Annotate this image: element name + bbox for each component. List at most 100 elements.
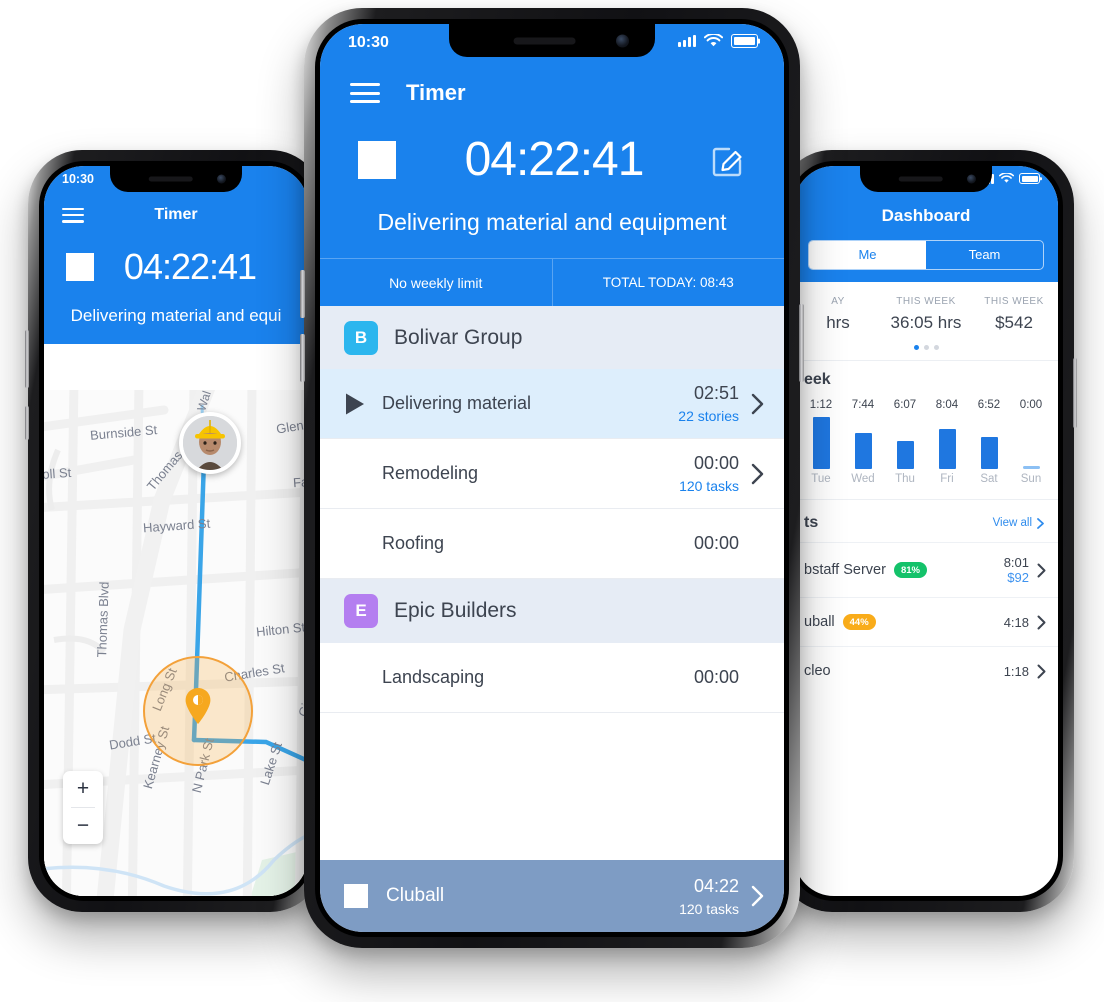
group-name: Bolivar Group bbox=[394, 325, 523, 349]
chevron-right-icon[interactable] bbox=[751, 393, 764, 415]
task-subcount: 120 tasks bbox=[679, 478, 739, 494]
task-time: 00:00 bbox=[693, 453, 739, 473]
center-phone-volume-down bbox=[300, 334, 305, 382]
center-notch bbox=[449, 24, 655, 57]
kpi-value: 36:05 hrs bbox=[890, 313, 962, 332]
task-name: Landscaping bbox=[382, 667, 485, 687]
running-timer-bar[interactable]: Cluball 04:22 120 tasks bbox=[320, 860, 784, 932]
status-icons bbox=[677, 34, 758, 48]
map-street-label: roll St bbox=[44, 464, 72, 483]
chart-bar-day: Wed bbox=[851, 473, 875, 485]
chart-bar-day: Fri bbox=[940, 473, 954, 485]
task-row-landscaping[interactable]: Landscaping 00:00 bbox=[320, 643, 784, 713]
chevron-right-icon[interactable] bbox=[751, 885, 764, 907]
cellular-signal-icon bbox=[677, 34, 696, 48]
me-team-segmented-control[interactable]: Me Team bbox=[808, 240, 1044, 270]
pager-dot[interactable] bbox=[923, 345, 929, 350]
left-nav-row: Timer bbox=[44, 200, 308, 230]
left-phone-volume-button bbox=[25, 406, 29, 440]
chart-bar bbox=[1022, 466, 1040, 469]
center-timer-header: Timer 04:22:41 Delivering material and e… bbox=[320, 24, 784, 306]
tab-me[interactable]: Me bbox=[809, 241, 926, 269]
map-zoom-controls[interactable]: + − bbox=[63, 771, 103, 844]
chart-bar bbox=[896, 441, 914, 469]
stop-square-icon[interactable] bbox=[66, 253, 94, 281]
chart-bar-day: Tue bbox=[811, 473, 831, 485]
task-subcount: 22 stories bbox=[678, 408, 739, 424]
group-avatar-initial: E bbox=[344, 594, 378, 628]
kpi-row: AY hrs THIS WEEK 36:05 hrs THIS WEEK $54… bbox=[794, 282, 1058, 339]
status-time: 10:30 bbox=[348, 34, 389, 51]
kpi-value: hrs bbox=[826, 313, 850, 332]
project-row[interactable]: cleo 1:18 bbox=[794, 646, 1058, 695]
group-name: Epic Builders bbox=[394, 599, 517, 622]
map-zoom-out-button[interactable]: − bbox=[63, 808, 103, 844]
pager-dot[interactable] bbox=[933, 345, 939, 350]
kpi-pager-dots[interactable] bbox=[794, 339, 1058, 360]
project-name: bstaff Server bbox=[804, 562, 886, 578]
group-header-epic-builders[interactable]: E Epic Builders bbox=[320, 579, 784, 643]
total-today-cell: TOTAL TODAY: 08:43 bbox=[551, 259, 785, 306]
chevron-right-icon bbox=[1037, 517, 1044, 529]
hamburger-menu-icon[interactable] bbox=[350, 83, 380, 103]
chart-bar-column: 6:52 Sat bbox=[968, 399, 1010, 485]
map-canvas[interactable]: Burnside St Wal Glen Pa roll St Thomas B… bbox=[44, 390, 308, 896]
map-pin-icon[interactable] bbox=[184, 687, 212, 725]
chart-bar-column: 8:04 Fri bbox=[926, 399, 968, 485]
phone-left-map: 10:30 Timer 04:22:41 Delivering material… bbox=[25, 150, 324, 912]
left-timer-header: Timer 04:22:41 Delivering material and e… bbox=[44, 166, 308, 344]
play-triangle-icon[interactable] bbox=[344, 392, 366, 416]
chart-bar-day: Sat bbox=[980, 473, 998, 485]
chart-bar-value: 6:07 bbox=[893, 399, 917, 411]
chart-bar bbox=[812, 417, 830, 469]
chart-bar-column: 6:07 Thu bbox=[884, 399, 926, 485]
projects-label: ts bbox=[804, 514, 819, 531]
projects-section-header: ts View all bbox=[794, 499, 1058, 542]
task-row-remodeling[interactable]: Remodeling 00:00 120 tasks bbox=[320, 439, 784, 509]
project-progress-badge: 44% bbox=[842, 614, 876, 630]
project-money: $92 bbox=[1007, 570, 1029, 585]
project-row[interactable]: uball 44% 4:18 bbox=[794, 597, 1058, 646]
group-header-bolivar[interactable]: B Bolivar Group bbox=[320, 306, 784, 369]
chart-bar-value: 1:12 bbox=[809, 399, 833, 411]
chart-bar-value: 0:00 bbox=[1019, 399, 1043, 411]
pager-dot[interactable] bbox=[913, 345, 919, 350]
stop-square-icon[interactable] bbox=[344, 884, 368, 908]
chart-bar-value: 7:44 bbox=[851, 399, 875, 411]
left-timer-row: 04:22:41 bbox=[44, 230, 308, 288]
center-phone-volume-up bbox=[300, 270, 305, 318]
task-row-delivering-material[interactable]: Delivering material 02:51 22 stories bbox=[320, 369, 784, 439]
kpi-value: $542 bbox=[995, 313, 1033, 332]
project-row[interactable]: bstaff Server 81% 8:01 $92 bbox=[794, 542, 1058, 597]
center-elapsed-time: 04:22:41 bbox=[464, 133, 645, 186]
task-name: Delivering material bbox=[382, 393, 532, 413]
chevron-right-icon[interactable] bbox=[1037, 563, 1046, 578]
chevron-right-icon[interactable] bbox=[1037, 615, 1046, 630]
center-screen: 10:30 Timer 04:22:41 Delivering material… bbox=[320, 24, 784, 932]
task-values: 02:51 22 stories bbox=[678, 383, 739, 424]
right-phone-power-button bbox=[1073, 358, 1077, 428]
kpi-today: AY hrs bbox=[794, 296, 882, 333]
edit-pencil-icon[interactable] bbox=[712, 143, 746, 177]
left-notch bbox=[110, 166, 242, 192]
chart-bar bbox=[854, 433, 872, 469]
task-row-roofing[interactable]: Roofing 00:00 bbox=[320, 509, 784, 579]
task-name: Roofing bbox=[382, 533, 445, 553]
chart-bar-value: 6:52 bbox=[977, 399, 1001, 411]
chevron-right-icon[interactable] bbox=[751, 463, 764, 485]
task-time: 02:51 bbox=[693, 383, 739, 403]
map-zoom-in-button[interactable]: + bbox=[63, 771, 103, 807]
worker-avatar-hardhat[interactable] bbox=[179, 412, 241, 474]
view-all-button[interactable]: View all bbox=[993, 517, 1044, 529]
tab-team[interactable]: Team bbox=[926, 241, 1043, 269]
chevron-right-icon[interactable] bbox=[1037, 664, 1046, 679]
project-values: 4:18 bbox=[1004, 615, 1029, 630]
left-screen: 10:30 Timer 04:22:41 Delivering material… bbox=[44, 166, 308, 896]
battery-icon bbox=[1019, 173, 1040, 184]
kpi-label: THIS WEEK bbox=[896, 296, 956, 307]
center-nav-row: Timer bbox=[320, 72, 784, 114]
stop-square-icon[interactable] bbox=[358, 140, 396, 179]
chart-bar-column: 7:44 Wed bbox=[842, 399, 884, 485]
running-project-name: Cluball bbox=[386, 885, 445, 906]
task-time: 00:00 bbox=[693, 533, 739, 553]
